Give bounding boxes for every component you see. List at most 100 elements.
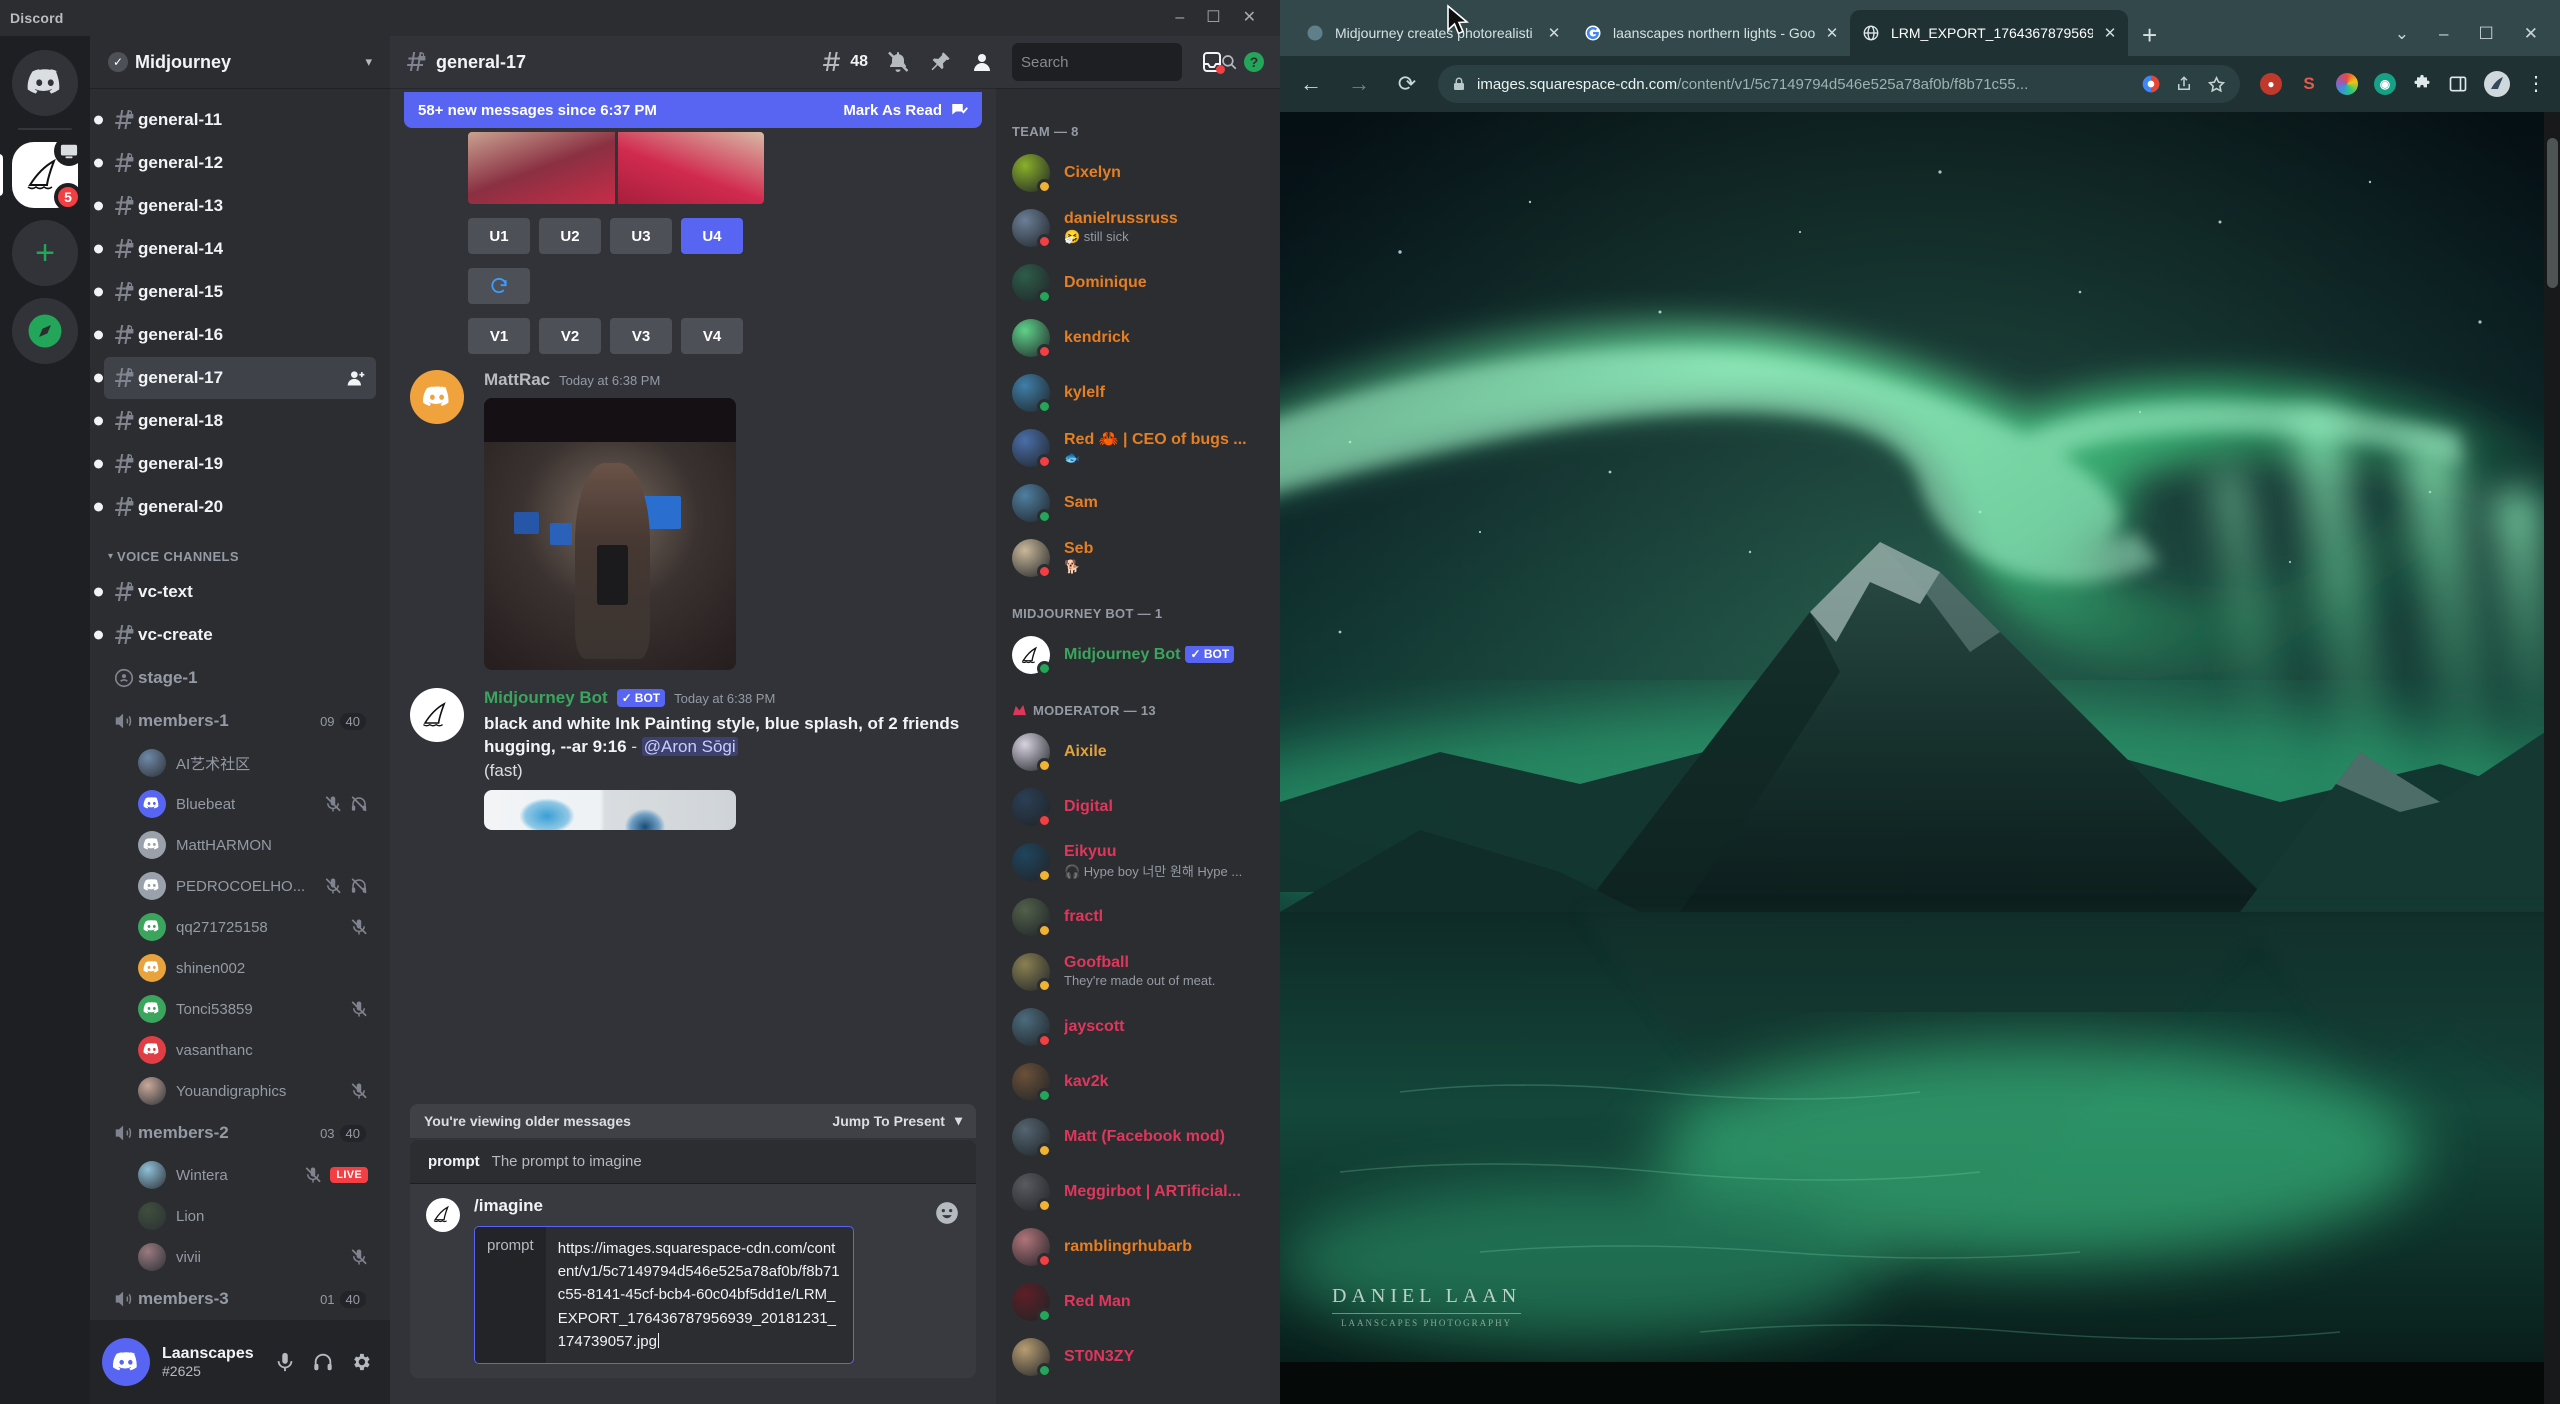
add-server-button[interactable]: + xyxy=(12,220,78,286)
command-argument-input[interactable]: prompt https://images.squarespace-cdn.co… xyxy=(474,1225,854,1364)
gear-icon[interactable] xyxy=(350,1351,372,1373)
member-row[interactable]: Midjourney Bot ✓ BOT xyxy=(1004,628,1272,682)
scrollbar-thumb[interactable] xyxy=(2547,138,2558,288)
inbox-icon[interactable] xyxy=(1200,50,1225,74)
voice-member[interactable]: Bluebeat xyxy=(130,784,376,824)
voice-member[interactable]: Youandigraphics xyxy=(130,1071,376,1111)
sidebar-channel-stage-1[interactable]: stage-1 xyxy=(104,657,376,699)
member-row[interactable]: Digital xyxy=(1004,780,1272,834)
close-icon[interactable]: ✕ xyxy=(2524,25,2538,42)
button-u1[interactable]: U1 xyxy=(468,218,530,254)
button-u3[interactable]: U3 xyxy=(610,218,672,254)
avatar[interactable] xyxy=(102,1338,150,1386)
sidebar-channel-general-15[interactable]: general-15 xyxy=(94,271,376,313)
maximize-icon[interactable]: ☐ xyxy=(2479,25,2494,42)
voice-member[interactable]: Tonci53859 xyxy=(130,989,376,1029)
previous-image-grid[interactable] xyxy=(468,132,764,204)
add-member-icon[interactable] xyxy=(346,368,366,388)
sidebar-channel-general-16[interactable]: general-16 xyxy=(94,314,376,356)
message-image[interactable] xyxy=(484,398,736,670)
sidebar-channel-vc-text[interactable]: vc-text xyxy=(94,571,376,613)
profile-avatar[interactable] xyxy=(2484,71,2510,97)
message-image[interactable] xyxy=(484,790,736,831)
voice-member[interactable]: vivii xyxy=(130,1237,376,1277)
voice-member[interactable]: Wintera LIVE xyxy=(130,1155,376,1195)
extension-color-icon[interactable] xyxy=(2336,73,2358,95)
message-author[interactable]: Midjourney Bot xyxy=(484,688,608,708)
member-row[interactable]: danielrussruss 🤧 still sick xyxy=(1004,201,1272,255)
reroll-button[interactable] xyxy=(468,268,530,304)
extension-red-icon[interactable]: ● xyxy=(2260,73,2282,95)
browser-tab[interactable]: Midjourney creates photorealisti ✕ xyxy=(1294,10,1572,56)
share-icon[interactable] xyxy=(2175,75,2193,93)
sidepanel-icon[interactable] xyxy=(2448,74,2468,94)
voice-member[interactable]: MattHARMON xyxy=(130,825,376,865)
guild-home-button[interactable] xyxy=(12,50,78,116)
sidebar-channel-general-13[interactable]: general-13 xyxy=(94,185,376,227)
sidebar-channel-general-19[interactable]: general-19 xyxy=(94,443,376,485)
sidebar-channel-general-14[interactable]: general-14 xyxy=(94,228,376,270)
search-input[interactable] xyxy=(1012,43,1237,81)
headphones-icon[interactable] xyxy=(312,1351,334,1373)
button-u2[interactable]: U2 xyxy=(539,218,601,254)
message-composer[interactable]: /imagine prompt https://images.squarespa… xyxy=(410,1183,976,1378)
avatar[interactable] xyxy=(410,688,464,742)
microphone-icon[interactable] xyxy=(274,1351,296,1373)
voice-member[interactable]: vasanthanc xyxy=(130,1030,376,1070)
notification-off-icon[interactable] xyxy=(886,50,910,74)
member-row[interactable]: ramblingrhubarb xyxy=(1004,1220,1272,1274)
guild-midjourney[interactable]: 5 xyxy=(0,136,84,211)
button-v4[interactable]: V4 xyxy=(681,318,743,354)
menu-kebab-icon[interactable]: ⋮ xyxy=(2526,74,2546,94)
member-row[interactable]: Eikyuu 🎧 Hype boy 너만 원해 Hype ... xyxy=(1004,835,1272,889)
back-button[interactable]: ← xyxy=(1294,71,1328,97)
puzzle-icon[interactable] xyxy=(2412,74,2432,94)
member-row[interactable]: Matt (Facebook mod) xyxy=(1004,1110,1272,1164)
sidebar-channel-general-12[interactable]: general-12 xyxy=(94,142,376,184)
message-mention[interactable]: @Aron Sōgi xyxy=(641,737,738,757)
sidebar-channel-general-18[interactable]: general-18 xyxy=(94,400,376,442)
user-identity[interactable]: Laanscapes #2625 xyxy=(162,1344,254,1380)
pin-icon[interactable] xyxy=(928,50,952,74)
message-scroller[interactable]: U1 U2 U3 U4 V1 V2 V3 V4 MattRac Today at… xyxy=(390,88,996,1140)
maximize-icon[interactable]: ☐ xyxy=(1206,10,1220,26)
member-row[interactable]: kylelf xyxy=(1004,366,1272,420)
browser-tab[interactable]: laanscapes northern lights - Goo ✕ xyxy=(1572,10,1850,56)
jump-to-present-button[interactable]: Jump To Present ▾ xyxy=(832,1112,962,1129)
new-tab-button[interactable]: + xyxy=(2142,22,2157,48)
extension-s-icon[interactable]: S xyxy=(2298,73,2320,95)
member-row[interactable]: ST0N3ZY xyxy=(1004,1330,1272,1384)
voice-member[interactable]: qq271725158 xyxy=(130,907,376,947)
bookmark-star-icon[interactable] xyxy=(2207,75,2226,94)
reload-button[interactable]: ⟳ xyxy=(1390,71,1424,97)
page-scrollbar[interactable] xyxy=(2544,112,2560,1404)
threads-icon[interactable]: 48 xyxy=(820,50,868,74)
sidebar-channel-general-17[interactable]: general-17 xyxy=(94,357,376,399)
members-icon[interactable] xyxy=(970,50,994,74)
forward-button[interactable]: → xyxy=(1342,71,1376,97)
chevron-down-icon[interactable]: ⌄ xyxy=(2395,25,2409,42)
member-row[interactable]: Goofball They're made out of meat. xyxy=(1004,945,1272,999)
voice-member[interactable]: shinen002 xyxy=(130,948,376,988)
emoji-icon[interactable] xyxy=(934,1200,960,1226)
sidebar-channel-members-3[interactable]: members-3 01 40 xyxy=(104,1278,376,1320)
message-author[interactable]: MattRac xyxy=(484,370,550,390)
close-tab-icon[interactable]: ✕ xyxy=(2102,24,2118,42)
sidebar-channel-members-2[interactable]: members-2 03 40 xyxy=(104,1112,376,1154)
button-v1[interactable]: V1 xyxy=(468,318,530,354)
member-row[interactable]: Dominique xyxy=(1004,256,1272,310)
search-field[interactable] xyxy=(1021,53,1220,71)
explore-servers-button[interactable] xyxy=(12,298,78,364)
button-u4[interactable]: U4 xyxy=(681,218,743,254)
minimize-icon[interactable]: – xyxy=(2439,25,2448,42)
member-row[interactable]: kendrick xyxy=(1004,311,1272,365)
argument-value[interactable]: https://images.squarespace-cdn.com/conte… xyxy=(546,1227,853,1363)
sidebar-channel-general-20[interactable]: general-20 xyxy=(94,486,376,528)
address-bar[interactable]: images.squarespace-cdn.com/content/v1/5c… xyxy=(1438,65,2240,103)
member-row[interactable]: Red 🦀 | CEO of bugs ... 🐟 xyxy=(1004,421,1272,475)
member-row[interactable]: Red Man xyxy=(1004,1275,1272,1329)
category-voice-channels[interactable]: ▾ VOICE CHANNELS xyxy=(90,529,390,570)
member-sidebar[interactable]: TEAM — 8 Cixelyn danielrussruss 🤧 still sic… xyxy=(996,88,1280,1404)
new-messages-bar[interactable]: 58+ new messages since 6:37 PM Mark As R… xyxy=(404,92,982,128)
member-row[interactable]: Sam xyxy=(1004,476,1272,530)
